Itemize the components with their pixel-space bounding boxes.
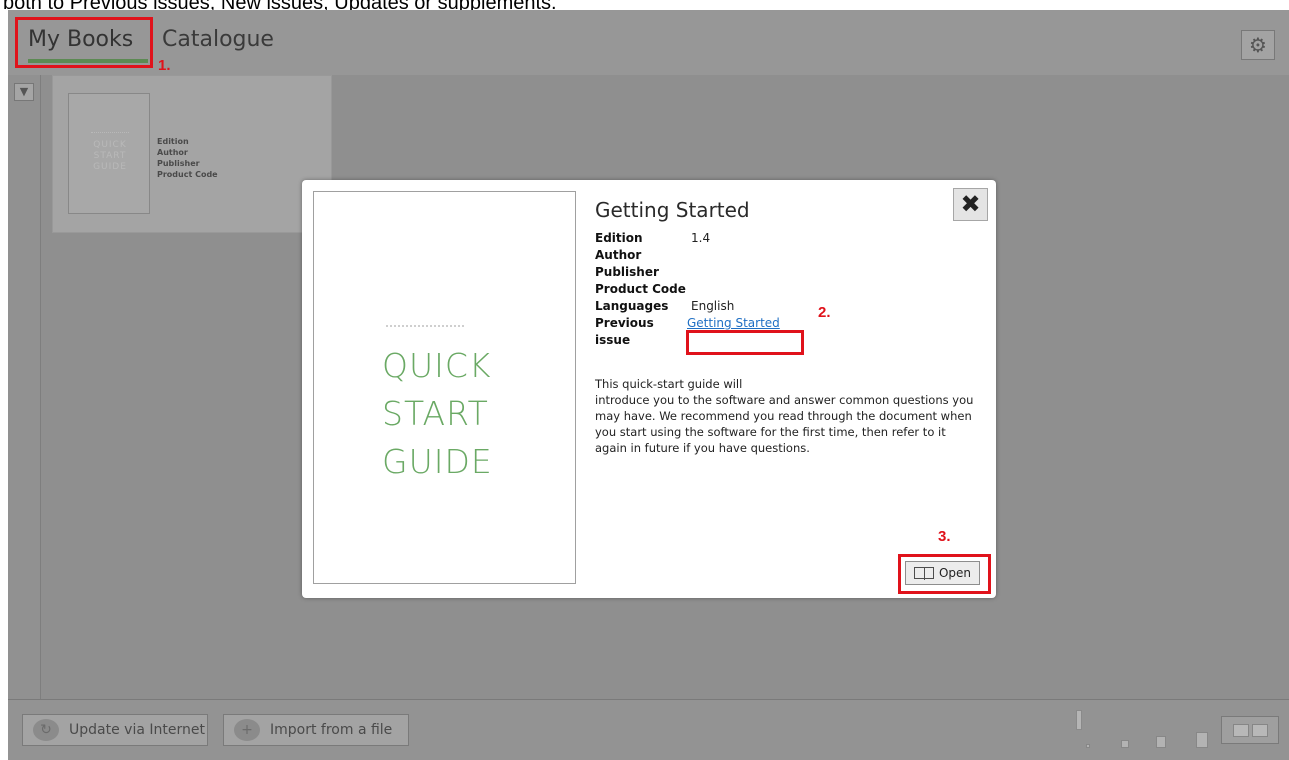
edition-label: Edition <box>595 231 643 245</box>
cover-title-line: GUIDE <box>382 442 493 481</box>
publisher-label: Publisher <box>595 265 659 279</box>
annotation-box-3 <box>898 554 991 594</box>
book-card-meta: Edition Author Publisher Product Code <box>157 136 218 180</box>
top-bar: My Books Catalogue ⚙ <box>8 10 1289 75</box>
languages-value: English <box>691 299 735 313</box>
product-code-row: Product Code <box>595 281 780 298</box>
book-card-cover-title: QUICK START GUIDE <box>93 140 127 172</box>
dialog-title: Getting Started <box>595 198 750 222</box>
cover-dots-decoration <box>91 132 129 133</box>
edition-row: Edition 1.4 <box>595 230 780 247</box>
update-via-internet-label: Update via Internet <box>69 722 205 738</box>
book-details-dialog: QUICK START GUIDE Getting Started ✖ Edit… <box>302 180 996 598</box>
cover-dots-decoration <box>386 325 464 327</box>
book-card-product-code: Product Code <box>157 170 218 179</box>
book-card-author: Author <box>157 148 188 157</box>
refresh-icon: ↻ <box>33 719 59 741</box>
languages-label: Languages <box>595 299 669 313</box>
import-file-icon: + <box>234 719 260 741</box>
tab-catalogue[interactable]: Catalogue <box>162 27 274 52</box>
filter-icon: ▼ <box>19 85 29 98</box>
list-view-icon <box>1251 723 1268 737</box>
previous-issue-label: Previous issue <box>595 316 654 347</box>
annotation-box-2 <box>686 330 804 355</box>
import-from-file-button[interactable]: + Import from a file <box>223 714 409 746</box>
author-label: Author <box>595 248 642 262</box>
close-button[interactable]: ✖ <box>953 188 988 221</box>
gear-icon: ⚙ <box>1249 33 1267 57</box>
zoom-mark-xlarge <box>1196 732 1208 748</box>
grid-view-icon <box>1232 723 1249 737</box>
publisher-row: Publisher <box>595 264 780 281</box>
book-metadata: Edition 1.4 Author Publisher Product Cod… <box>595 230 780 347</box>
import-from-file-label: Import from a file <box>270 722 393 738</box>
cover-title: QUICK START GUIDE <box>382 342 493 486</box>
annotation-label-1: 1. <box>158 57 171 74</box>
annotation-box-1 <box>15 17 153 68</box>
filter-panel: ▼ <box>8 75 41 699</box>
cover-title-line: QUICK <box>382 346 492 385</box>
update-via-internet-button[interactable]: ↻ Update via Internet <box>22 714 208 746</box>
book-cover: QUICK START GUIDE <box>313 191 576 584</box>
annotation-label-3: 3. <box>938 528 951 545</box>
zoom-mark-large <box>1156 736 1166 748</box>
zoom-slider-thumb[interactable] <box>1076 710 1082 730</box>
author-row: Author <box>595 247 780 264</box>
edition-value: 1.4 <box>691 231 711 245</box>
annotation-label-2: 2. <box>818 304 831 321</box>
settings-button[interactable]: ⚙ <box>1241 30 1275 60</box>
book-card[interactable]: QUICK START GUIDE Edition Author Publish… <box>52 75 332 233</box>
languages-row: Languages English <box>595 298 780 315</box>
product-code-label: Product Code <box>595 282 686 296</box>
book-card-edition: Edition <box>157 137 189 146</box>
book-card-cover: QUICK START GUIDE <box>68 93 150 214</box>
zoom-slider[interactable] <box>1070 708 1218 754</box>
book-card-publisher: Publisher <box>157 159 200 168</box>
cover-title-line: START <box>382 394 489 433</box>
close-icon: ✖ <box>960 190 981 218</box>
zoom-mark-medium <box>1121 740 1129 748</box>
filter-button[interactable]: ▼ <box>14 83 34 101</box>
bottom-bar: ↻ Update via Internet + Import from a fi… <box>8 699 1289 760</box>
zoom-mark-small <box>1086 744 1090 748</box>
view-mode-toggle[interactable] <box>1221 716 1279 744</box>
book-description: This quick-start guide will introduce yo… <box>595 377 974 455</box>
